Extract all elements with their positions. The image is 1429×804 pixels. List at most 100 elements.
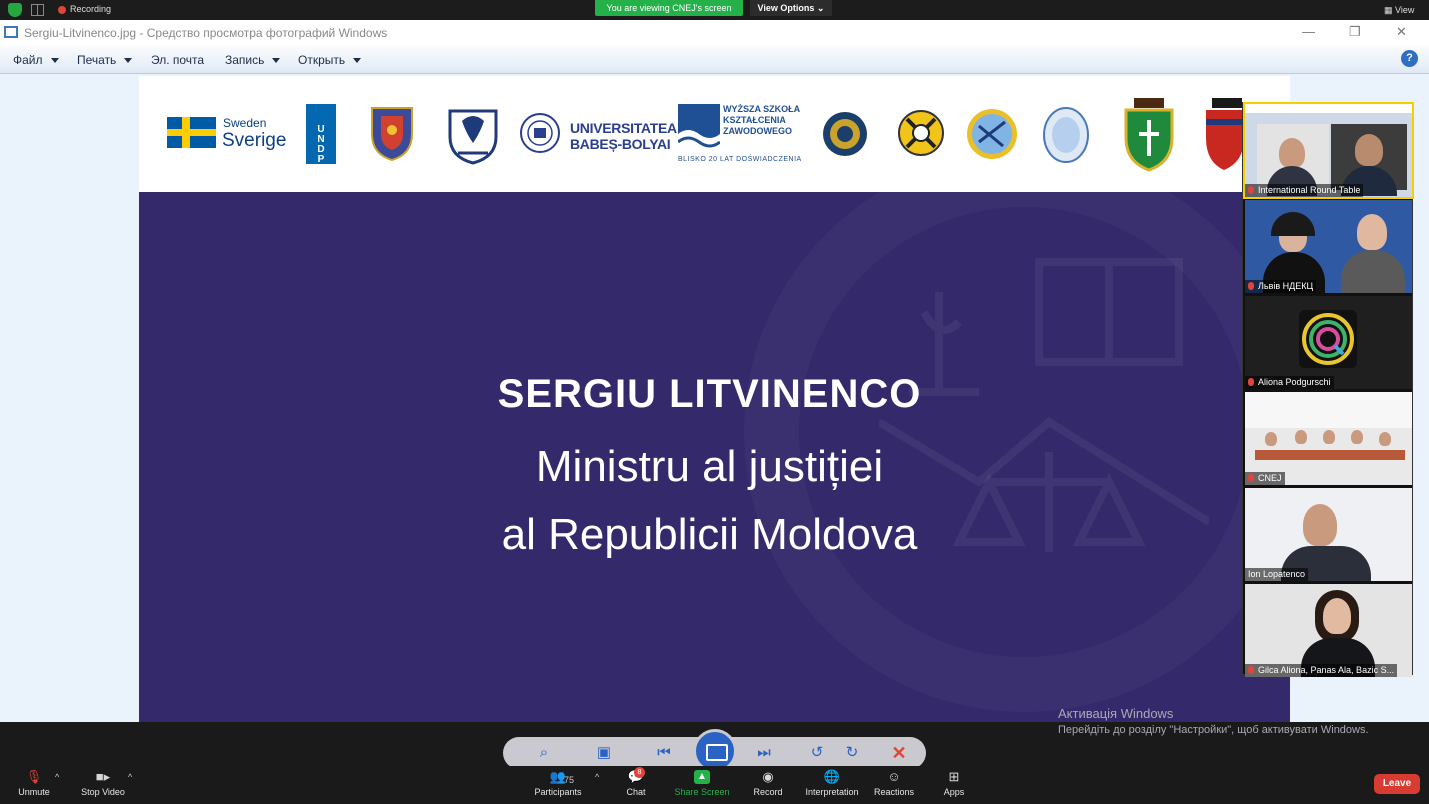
interpretation-label: Interpretation: [805, 787, 859, 797]
participant-tile[interactable]: Львів НДЕКЦ: [1245, 200, 1412, 293]
participant-body: [1341, 250, 1405, 293]
participant-name-text: International Round Table: [1258, 185, 1361, 195]
interpretation-button[interactable]: 🌐 Interpretation: [803, 770, 861, 798]
view-options-button[interactable]: View Options ⌄: [750, 0, 832, 16]
participant-name: International Round Table: [1245, 184, 1364, 197]
participant-tile[interactable]: Gilca Aliona, Panas Ala, Bazic S...: [1245, 584, 1412, 677]
ubb-line-1: UNIVERSITATEA: [570, 120, 677, 136]
menu-file[interactable]: Файл: [13, 53, 59, 67]
rotate-left-icon[interactable]: ↺: [806, 742, 828, 764]
previous-icon[interactable]: ⏮: [653, 742, 675, 764]
slide-speaker-role-line-2: al Republicii Moldova: [501, 510, 918, 559]
chevron-down-icon: [353, 58, 362, 64]
participant-name: Aliona Podgurschi: [1245, 376, 1334, 389]
participants-label: Participants: [534, 787, 582, 797]
menu-email[interactable]: Эл. почта: [151, 53, 204, 67]
windows-activation-subtitle: Перейдіть до розділу "Настройки", щоб ак…: [1058, 724, 1369, 736]
share-screen-button[interactable]: ▲ Share Screen: [673, 770, 731, 797]
reaction-emoji-icon: ☺: [887, 769, 901, 784]
ubb-logo-text: UNIVERSITATEA BABEȘ-BOLYAI: [570, 120, 677, 152]
reactions-button[interactable]: ☺ Reactions: [872, 769, 916, 798]
muted-mic-icon: [1248, 474, 1254, 482]
recording-dot-icon: [58, 6, 66, 14]
participant-face: [1279, 138, 1305, 168]
minimize-icon[interactable]: —: [1302, 24, 1315, 39]
participants-button[interactable]: 👥 75 Participants: [530, 770, 586, 798]
wsz-line-3: ZAWODOWEGO: [723, 126, 792, 136]
participant-name-text: CNEJ: [1258, 473, 1282, 483]
slideshow-icon[interactable]: ▣: [593, 742, 615, 764]
participants-count: 75: [564, 775, 575, 785]
stop-video-label: Stop Video: [81, 787, 125, 797]
emblem-crossed-logo: [898, 110, 944, 156]
menu-burn-label: Запись: [225, 53, 265, 67]
chat-label: Chat: [626, 787, 646, 797]
wsz-line-2: KSZTAŁCENIA: [723, 115, 786, 125]
slide-speaker-role-line-1: Ministru al justiției: [535, 442, 884, 491]
unmute-button[interactable]: 🎙 Unmute: [14, 769, 54, 798]
photo-viewer-app-icon: [4, 26, 18, 38]
participant-name-text: Ion Lopatenco: [1248, 569, 1306, 579]
muted-mic-icon: [1248, 282, 1254, 290]
participant-name: Ion Lopatenco: [1245, 568, 1309, 581]
slide-image: Sweden Sverige U N D P UNIVERSITATEA BAB…: [139, 76, 1290, 722]
participant-tile[interactable]: CNEJ: [1245, 392, 1412, 485]
menu-open[interactable]: Открыть: [298, 53, 362, 67]
audio-options-caret-icon[interactable]: ^: [55, 772, 59, 782]
participant-name-text: Львів НДЕКЦ: [1258, 281, 1314, 291]
participant-face: [1355, 134, 1383, 166]
stop-video-button[interactable]: ■▸ Stop Video: [78, 769, 128, 798]
eagle-shield-logo: [448, 109, 498, 165]
menu-print[interactable]: Печать: [77, 53, 133, 67]
participant-tile[interactable]: International Round Table: [1243, 102, 1414, 199]
participant-tile[interactable]: Aliona Podgurschi: [1245, 296, 1412, 389]
help-icon[interactable]: ?: [1401, 50, 1418, 67]
zoom-top-bar: Recording You are viewing CNEJ's screen …: [0, 0, 1429, 20]
recording-label: Recording: [70, 4, 112, 14]
chat-button[interactable]: 💬 8 Chat: [620, 767, 652, 797]
record-icon: ◉: [762, 769, 774, 784]
participant-face: [1265, 432, 1277, 446]
security-shield-icon[interactable]: [8, 3, 22, 17]
share-screen-label: Share Screen: [674, 787, 730, 797]
slide-title-panel: SERGIU LITVINENCO Ministru al justiției …: [139, 192, 1290, 722]
window-titlebar: Sergiu-Litvinenco.jpg - Средство просмот…: [0, 20, 1429, 44]
apps-button[interactable]: ⊞ Apps: [938, 769, 970, 798]
muted-mic-icon: [1248, 666, 1254, 674]
muted-mic-icon: [1248, 378, 1254, 386]
menu-burn[interactable]: Запись: [225, 53, 281, 67]
muted-mic-icon: 🎙: [25, 769, 43, 784]
partner-logos-strip: Sweden Sverige U N D P UNIVERSITATEA BAB…: [139, 76, 1290, 192]
participant-name-text: Aliona Podgurschi: [1258, 377, 1331, 387]
reactions-label: Reactions: [873, 787, 915, 797]
windows-activation-title: Активація Windows: [1058, 706, 1174, 721]
leave-meeting-button[interactable]: Leave: [1374, 774, 1420, 794]
restore-icon[interactable]: ❐: [1349, 24, 1361, 40]
participant-face: [1303, 504, 1337, 546]
sweden-label-big: Sverige: [222, 130, 287, 151]
participant-name: Львів НДЕКЦ: [1245, 280, 1317, 293]
view-button[interactable]: ▦ View: [1384, 2, 1414, 18]
undp-letter: P: [317, 154, 325, 165]
zoom-magnifier-icon[interactable]: ⌕: [533, 742, 555, 764]
record-button[interactable]: ◉ Record: [748, 769, 788, 798]
rotate-right-icon[interactable]: ↻: [841, 742, 863, 764]
participant-hair: [1271, 212, 1315, 236]
video-options-caret-icon[interactable]: ^: [128, 772, 132, 782]
next-icon[interactable]: ⏭: [753, 742, 775, 764]
video-camera-icon: ■▸: [95, 769, 111, 784]
tile-logo-strip: [1245, 104, 1412, 113]
gallery-grid-icon[interactable]: [31, 4, 44, 16]
participants-caret-icon[interactable]: ^: [595, 772, 599, 782]
participant-face: [1351, 430, 1363, 444]
screen-share-controls: ⌕ ▣ ⏮ ⏭ ↺ ↻ ✕: [503, 729, 926, 773]
moldova-coat-of-arms-logo: [371, 107, 413, 162]
chevron-down-icon: [124, 58, 133, 64]
delete-icon[interactable]: ✕: [888, 742, 910, 764]
screen: Recording You are viewing CNEJ's screen …: [0, 0, 1429, 804]
close-icon[interactable]: ✕: [1396, 24, 1407, 40]
participant-tile[interactable]: Ion Lopatenco: [1245, 488, 1412, 581]
apps-icon: ⊞: [948, 769, 960, 784]
green-shield-logo: [1124, 98, 1174, 172]
viewing-share-banner: You are viewing CNEJ's screen: [595, 0, 743, 16]
